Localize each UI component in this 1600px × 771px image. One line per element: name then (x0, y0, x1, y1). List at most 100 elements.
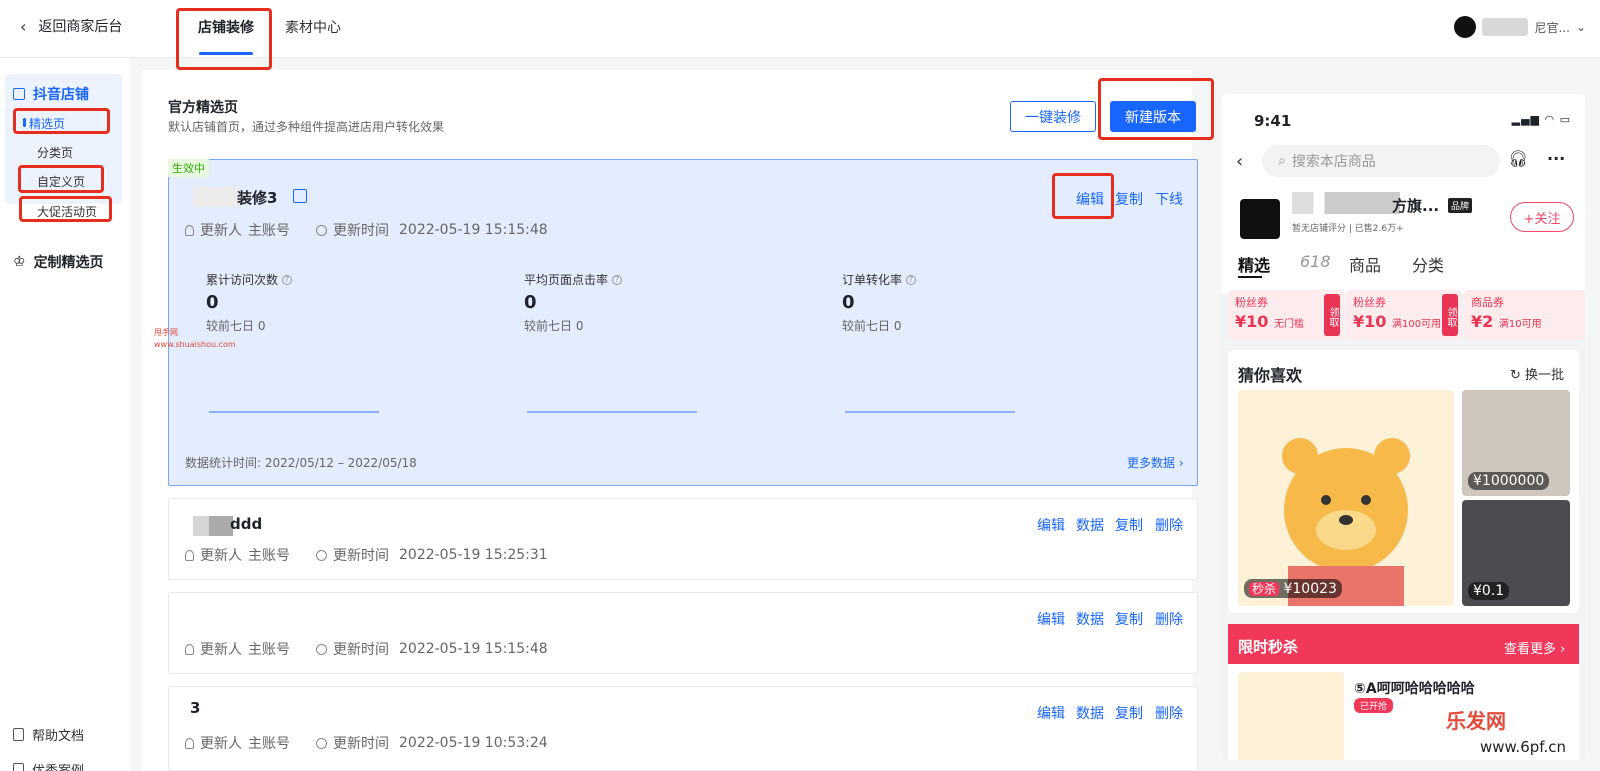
updater-label: 更新人 (200, 736, 242, 752)
stat-conversion-compare: 较前七日 0 (842, 319, 902, 333)
sidebar-item-label: 帮助文档 (32, 729, 85, 744)
search-icon: ⌕ (1278, 153, 1286, 169)
copy-button[interactable]: 复制 (1115, 189, 1143, 209)
edit-button[interactable]: 编辑 (1037, 703, 1065, 723)
refresh-button[interactable]: ↻ 换一批 (1510, 364, 1564, 383)
stat-visits-sparkline (209, 411, 379, 413)
stat-label: 累计访问次数 (206, 273, 279, 287)
case-icon (13, 763, 24, 771)
sidebar-item-custom-jingxuan[interactable]: ♔ 定制精选页 (13, 252, 104, 272)
data-button[interactable]: 数据 (1076, 609, 1104, 629)
crown-icon: ♔ (13, 254, 26, 270)
phone-tab-products[interactable]: 商品 (1349, 252, 1381, 276)
coupon-claim[interactable]: 领取 (1324, 294, 1340, 336)
version-name: 装修3 (237, 189, 278, 207)
time-value: 2022-05-19 15:15:48 (399, 641, 548, 657)
more-data-link[interactable]: 更多数据 › (1127, 454, 1184, 471)
product-image-person[interactable]: ¥1000000 (1462, 390, 1570, 496)
copy-button[interactable]: 复制 (1115, 515, 1143, 535)
phone-preview: 9:41 ▂▄▆ ◠ ▭ ‹ ⌕ 搜索本店商品 🎧︎ ··· 方旗... 品牌 暂… (1222, 94, 1585, 760)
clock-icon (316, 549, 327, 561)
edit-button[interactable]: 编辑 (1037, 515, 1065, 535)
delete-button[interactable]: 删除 (1155, 703, 1183, 723)
price: ¥10023 (1283, 581, 1337, 597)
phone-tab-jingxuan[interactable]: 精选 (1238, 252, 1270, 276)
search-placeholder: 搜索本店商品 (1291, 154, 1376, 170)
back-to-merchant-link[interactable]: ‹ 返回商家后台 (20, 16, 122, 36)
delete-button[interactable]: 删除 (1155, 609, 1183, 629)
edit-name-icon[interactable] (293, 189, 307, 203)
user-menu[interactable]: 尼官... ⌄ (1454, 16, 1586, 38)
chevron-left-icon: ‹ (20, 16, 27, 36)
help-icon[interactable]: ? (906, 274, 917, 285)
stat-conversion-sparkline (845, 411, 1015, 413)
product-image-bear[interactable]: 秒杀 ¥10023 (1238, 390, 1454, 606)
follow-button[interactable]: +关注 (1510, 202, 1574, 232)
price-tag: ¥1000000 (1468, 472, 1550, 490)
page-title: 官方精选页 (168, 100, 238, 116)
signal-wifi-battery-icon: ▂▄▆ ◠ ▭ (1511, 113, 1571, 126)
flash-sale-tag: 秒杀 (1249, 582, 1280, 596)
updater-value: 主账号 (248, 223, 290, 239)
stats-period: 数据统计时间: 2022/05/12 – 2022/05/18 (185, 456, 417, 470)
phone-tab-618[interactable]: 618 (1300, 252, 1331, 271)
sidebar-help-docs[interactable]: 帮助文档 (13, 725, 84, 744)
time-label: 更新时间 (333, 642, 389, 658)
help-icon[interactable]: ? (282, 274, 293, 285)
time-value: 2022-05-19 15:15:48 (399, 222, 548, 238)
edit-button[interactable]: 编辑 (1037, 609, 1065, 629)
help-icon[interactable]: ? (612, 274, 623, 285)
version-name-blurred (193, 187, 239, 207)
version-name-blurred (193, 516, 233, 536)
coupon[interactable]: 粉丝券 ¥10 无门槛 领取 (1228, 290, 1344, 340)
sidebar-item-custom[interactable]: 自定义页 (37, 173, 85, 190)
shop-logo (1240, 199, 1280, 239)
new-version-button[interactable]: 新建版本 (1110, 101, 1196, 132)
tab-material-center[interactable]: 素材中心 (285, 17, 341, 37)
stat-ctr-label: 平均页面点击率? (524, 271, 623, 288)
phone-back-icon[interactable]: ‹ (1236, 151, 1243, 172)
data-button[interactable]: 数据 (1076, 515, 1104, 535)
copy-button[interactable]: 复制 (1115, 609, 1143, 629)
tab-shop-decoration[interactable]: 店铺装修 (198, 17, 254, 37)
phone-tab-indicator (1238, 276, 1262, 278)
person-icon (185, 737, 194, 749)
coupon-amount: ¥10 (1353, 312, 1387, 331)
sidebar-item-jingxuan[interactable]: 精选页 (22, 115, 65, 132)
watermark-logo: 乐发网 (1446, 709, 1506, 733)
coupon[interactable]: 粉丝券 ¥10 满100可用 领取 (1346, 290, 1462, 340)
product-image-screen[interactable]: ¥0.1 (1462, 500, 1570, 606)
delete-button[interactable]: 删除 (1155, 515, 1183, 535)
sidebar-item-douyin-shop[interactable]: 抖音店铺 (13, 84, 89, 104)
more-icon[interactable]: ··· (1547, 149, 1565, 168)
sidebar-item-category[interactable]: 分类页 (37, 144, 73, 161)
time-label: 更新时间 (333, 736, 389, 752)
updater-value: 主账号 (248, 736, 290, 752)
sidebar-cases[interactable]: 优秀案例 (13, 760, 84, 771)
coupon-condition: 无门槛 (1273, 319, 1304, 330)
stat-conversion-value: 0 (842, 292, 855, 313)
headset-icon[interactable]: 🎧︎ (1508, 149, 1528, 168)
shop-name-blurred (1292, 192, 1400, 214)
updater-value: 主账号 (248, 548, 290, 564)
updater-label: 更新人 (200, 223, 242, 239)
version-name: ddd (230, 515, 263, 533)
flash-sale-more-link[interactable]: 查看更多 › (1504, 638, 1565, 657)
version-card (168, 686, 1198, 771)
person-icon (185, 643, 194, 655)
offline-button[interactable]: 下线 (1155, 189, 1183, 209)
stat-label: 订单转化率 (842, 273, 903, 287)
phone-tab-categories[interactable]: 分类 (1412, 252, 1444, 276)
phone-search-input[interactable]: ⌕ 搜索本店商品 (1262, 145, 1500, 177)
coupon-value: ¥2 满10可用 (1471, 312, 1542, 331)
coupon-amount: ¥10 (1235, 312, 1269, 331)
copy-button[interactable]: 复制 (1115, 703, 1143, 723)
guess-you-like-title: 猜你喜欢 (1238, 366, 1303, 385)
coupon-claim[interactable]: 领取 (1442, 294, 1458, 336)
sidebar-item-promo[interactable]: 大促活动页 (37, 203, 97, 220)
edit-button[interactable]: 编辑 (1076, 189, 1104, 209)
flash-product-image[interactable] (1238, 672, 1344, 760)
coupon[interactable]: 商品券 ¥2 满10可用 (1464, 290, 1585, 340)
data-button[interactable]: 数据 (1076, 703, 1104, 723)
one-click-decorate-button[interactable]: 一键装修 (1010, 101, 1096, 132)
